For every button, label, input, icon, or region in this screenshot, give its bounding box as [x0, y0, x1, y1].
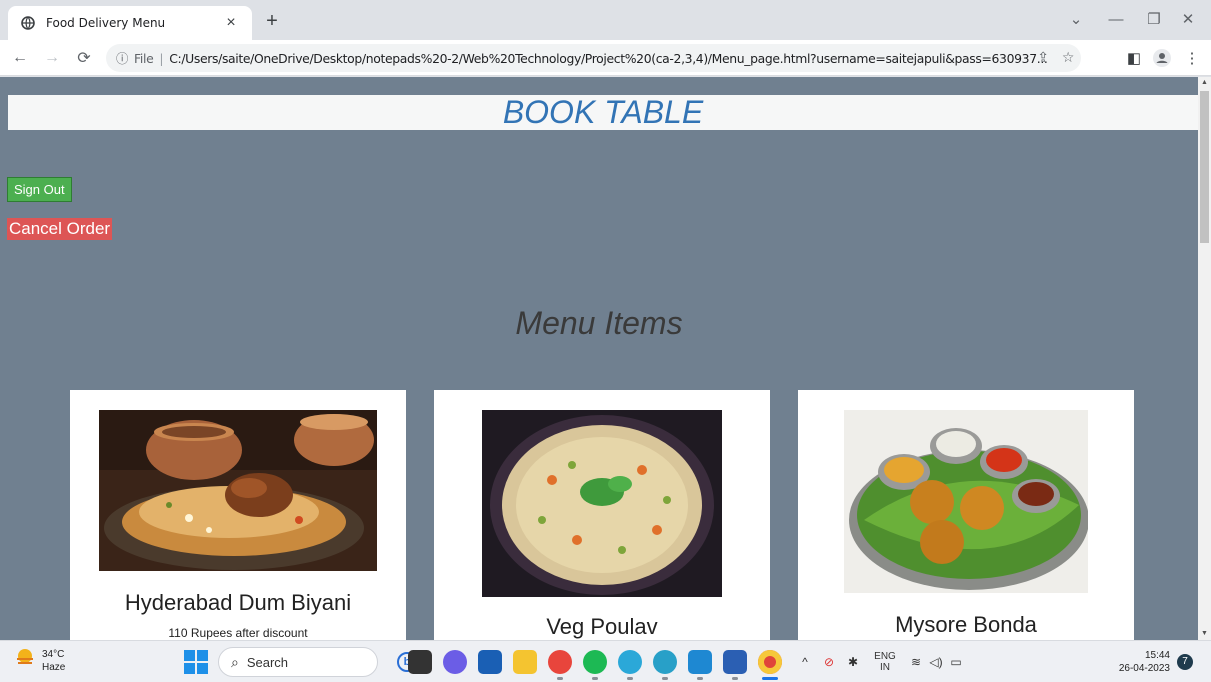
- browser-toolbar: ← → ⟳ ⓘ File | C:/Users/saite/OneDrive/D…: [0, 40, 1211, 76]
- menu-item-name: Mysore Bonda: [895, 612, 1037, 637]
- show-hidden-icons-chevron-icon[interactable]: ^: [796, 641, 814, 682]
- bookmark-star-icon[interactable]: ☆: [1056, 44, 1080, 72]
- scroll-thumb[interactable]: [1200, 91, 1209, 243]
- volume-icon[interactable]: ◁): [926, 641, 946, 682]
- wifi-icon[interactable]: ≋: [906, 641, 926, 682]
- file-explorer-icon[interactable]: [513, 650, 537, 674]
- tab-title: Food Delivery Menu: [46, 16, 166, 30]
- veg-poulav-image: [482, 410, 722, 597]
- browser-tab[interactable]: Food Delivery Menu ×: [8, 6, 252, 40]
- windows-start-icon[interactable]: [183, 649, 209, 675]
- close-window-icon[interactable]: ✕: [1172, 8, 1204, 32]
- new-tab-button[interactable]: +: [258, 8, 286, 36]
- page-scrollbar[interactable]: ▲ ▼: [1198, 77, 1211, 640]
- menu-item-name: Hyderabad Dum Biyani: [124, 590, 352, 615]
- browser-menu-icon[interactable]: ⋮: [1180, 46, 1204, 70]
- cancel-order-button[interactable]: Cancel Order: [7, 218, 113, 240]
- taskbar-search-label: Search: [246, 654, 289, 670]
- browser-tab-strip: Food Delivery Menu × + ⌄ — ❐ ✕: [0, 0, 1211, 40]
- language-indicator[interactable]: ENG IN: [868, 641, 902, 682]
- mysore-bonda-image: [844, 410, 1088, 593]
- reload-icon[interactable]: ⟳: [72, 46, 96, 70]
- notification-badge[interactable]: 7: [1177, 654, 1193, 670]
- network-status-icon[interactable]: ⊘: [819, 641, 839, 682]
- word-icon[interactable]: [723, 650, 747, 674]
- running-indicator: [592, 677, 598, 680]
- tray-app-icon[interactable]: ✱: [843, 641, 863, 682]
- clock-date: 26-04-2023: [1118, 663, 1170, 674]
- weather-sun-icon: [14, 647, 36, 674]
- biryani-image: [99, 410, 377, 571]
- profile-avatar-icon[interactable]: [1150, 46, 1174, 70]
- menu-heading: Menu Items: [515, 305, 683, 341]
- menu-card-mysore-bonda[interactable]: Mysore Bonda: [798, 390, 1134, 640]
- running-indicator: [557, 677, 563, 680]
- menu-card-biryani[interactable]: Hyderabad Dum Biyani 110 Rupees after di…: [70, 390, 406, 640]
- vscode-icon[interactable]: [688, 650, 712, 674]
- teams-chat-icon[interactable]: [443, 650, 467, 674]
- system-clock[interactable]: 15:44 26-04-2023: [1106, 649, 1170, 675]
- running-indicator: [627, 677, 633, 680]
- info-icon[interactable]: ⓘ: [116, 49, 128, 67]
- restore-icon[interactable]: ❐: [1138, 8, 1170, 32]
- close-tab-icon[interactable]: ×: [222, 14, 240, 32]
- book-table-title[interactable]: BOOK TABLE: [8, 95, 1198, 130]
- chrome-active-icon[interactable]: [758, 650, 782, 674]
- weather-temp: 34°C: [42, 648, 65, 660]
- edge-icon[interactable]: [618, 650, 642, 674]
- running-indicator: [662, 677, 668, 680]
- tab-search-chevron-icon[interactable]: ⌄: [1060, 8, 1092, 32]
- weather-widget[interactable]: 34°C Haze: [14, 647, 65, 674]
- side-panel-icon[interactable]: ◧: [1122, 46, 1146, 70]
- active-indicator: [762, 677, 778, 680]
- battery-icon[interactable]: ▭: [946, 641, 966, 682]
- address-separator: |: [159, 50, 164, 66]
- address-bar[interactable]: ⓘ File | C:/Users/saite/OneDrive/Desktop…: [106, 44, 1081, 72]
- running-indicator: [732, 677, 738, 680]
- menu-item-name: Veg Poulav: [546, 614, 658, 639]
- region-code: IN: [880, 662, 890, 673]
- search-icon: ⌕: [231, 653, 239, 670]
- book-table-banner[interactable]: BOOK TABLE: [8, 95, 1198, 130]
- running-indicator: [697, 677, 703, 680]
- chrome-icon[interactable]: [548, 650, 572, 674]
- back-icon[interactable]: ←: [8, 46, 32, 70]
- menu-card-veg-poulav[interactable]: Veg Poulav: [434, 390, 770, 640]
- address-scheme: File: [134, 50, 154, 66]
- globe-icon: [20, 15, 36, 31]
- scroll-down-icon[interactable]: ▼: [1198, 628, 1211, 640]
- spotify-icon[interactable]: [583, 650, 607, 674]
- task-view-icon[interactable]: [408, 650, 432, 674]
- edge-dev-icon[interactable]: [653, 650, 677, 674]
- share-icon[interactable]: ⇪: [1031, 44, 1055, 72]
- scroll-up-icon[interactable]: ▲: [1198, 77, 1211, 89]
- minimize-icon[interactable]: —: [1100, 8, 1132, 32]
- windows-taskbar: 34°C Haze ⌕ Search b ^ ⊘ ✱ ENG IN ≋ ◁) ▭…: [0, 640, 1211, 682]
- taskbar-search-box[interactable]: ⌕ Search b: [218, 647, 417, 677]
- menu-item-price: 110 Rupees after discount: [168, 626, 308, 640]
- page-viewport: BOOK TABLE Sign Out Cancel Order Menu It…: [0, 77, 1198, 640]
- forward-icon[interactable]: →: [40, 46, 64, 70]
- language-code: ENG: [874, 651, 896, 662]
- weather-desc: Haze: [42, 661, 66, 673]
- address-url: C:/Users/saite/OneDrive/Desktop/notepads…: [169, 50, 1048, 66]
- calendar-app-icon[interactable]: [478, 650, 502, 674]
- sign-out-button[interactable]: Sign Out: [7, 177, 72, 202]
- clock-time: 15:44: [1144, 650, 1170, 661]
